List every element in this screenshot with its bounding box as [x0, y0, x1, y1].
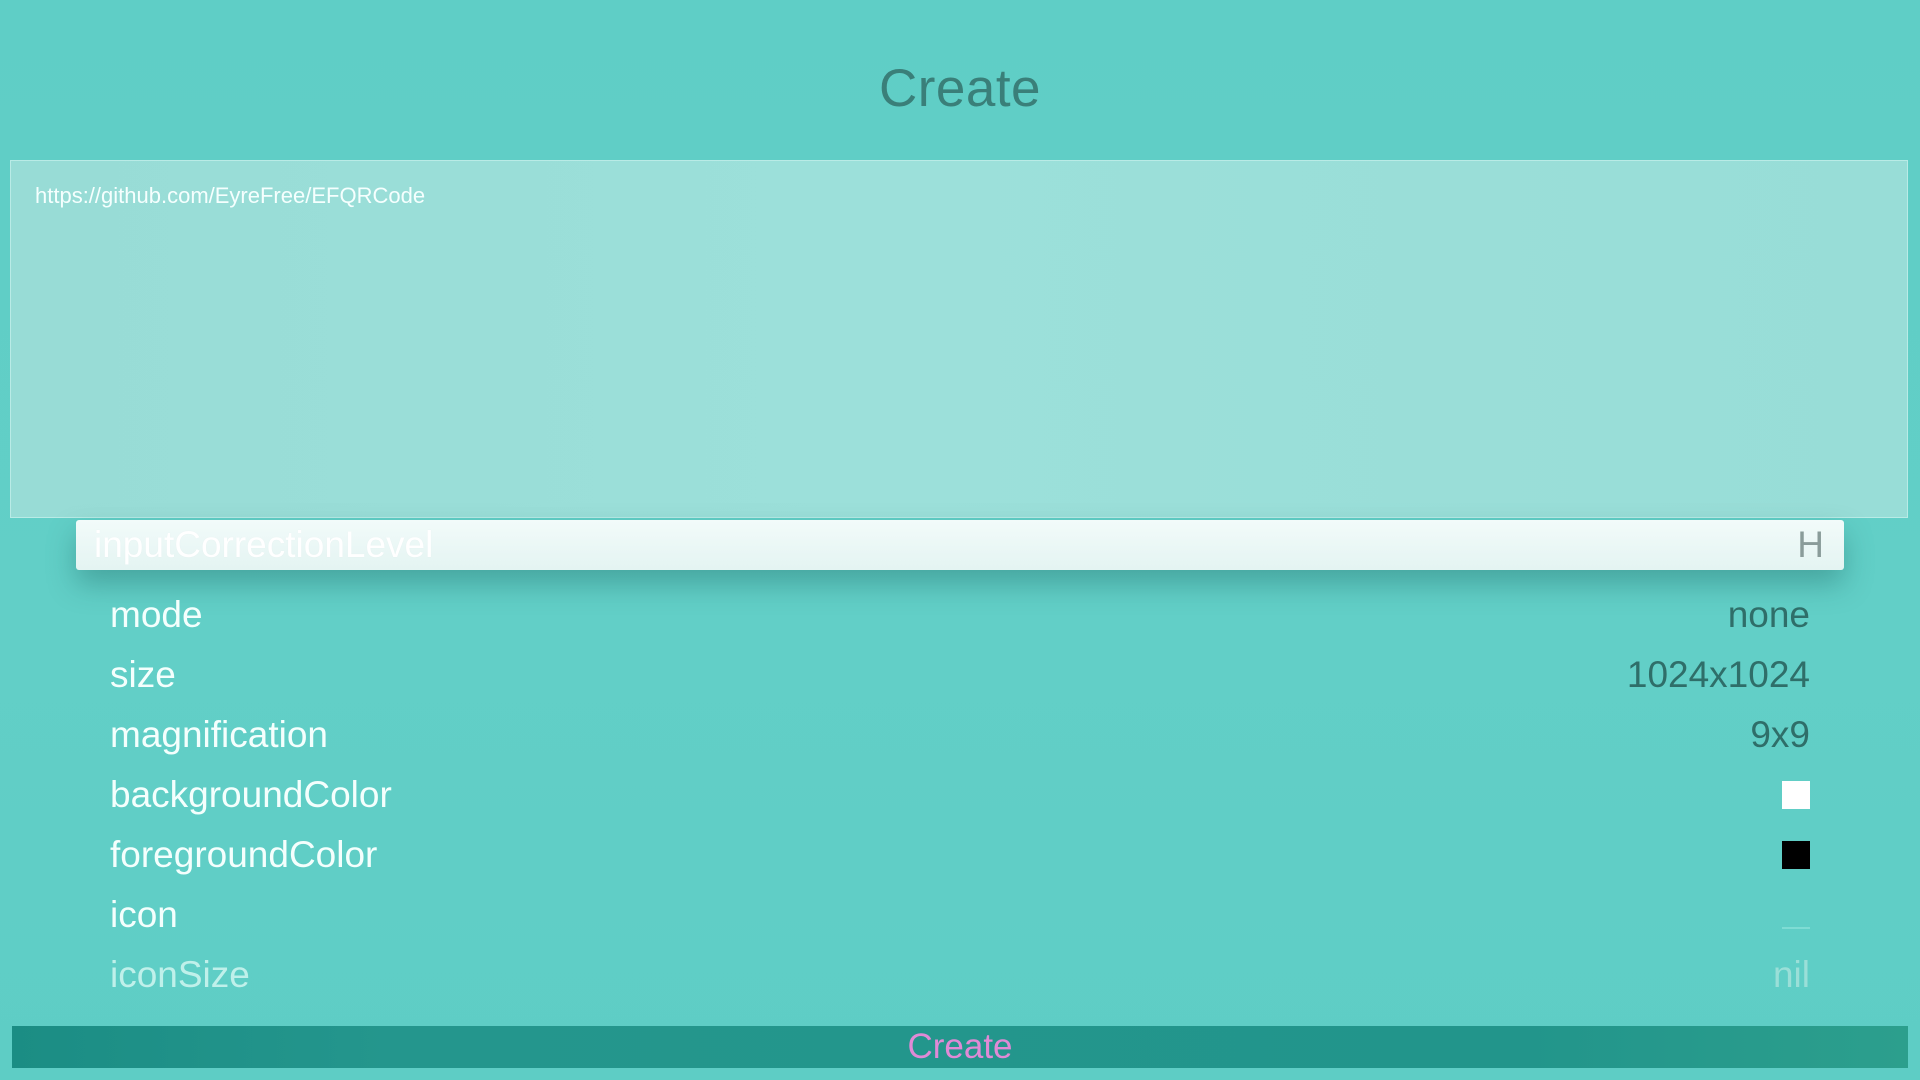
setting-label: inputCorrectionLevel [94, 524, 434, 565]
create-screen: Create https://github.com/EyreFree/EFQRC… [0, 0, 1920, 1080]
setting-label: backgroundColor [110, 774, 392, 815]
setting-row-icon[interactable]: icon [110, 885, 1810, 945]
setting-label: magnification [110, 714, 329, 755]
setting-row-size[interactable]: size 1024x1024 [110, 645, 1810, 705]
setting-label: icon [110, 894, 178, 935]
page-title: Create [878, 59, 1042, 118]
setting-value: none [1727, 594, 1810, 635]
content-text: https://github.com/EyreFree/EFQRCode [35, 183, 426, 208]
foreground-color-swatch [1782, 841, 1810, 869]
setting-row-mode[interactable]: mode none [110, 585, 1810, 645]
icon-empty-indicator [1782, 927, 1810, 929]
setting-value: H [1797, 524, 1824, 565]
setting-value: 1024x1024 [1626, 654, 1810, 695]
create-button[interactable]: Create [12, 1026, 1908, 1068]
setting-value: 9x9 [1750, 714, 1810, 755]
setting-label: size [110, 654, 176, 695]
settings-list[interactable]: inputCorrectionLevel H mode none size 10… [0, 512, 1920, 1022]
setting-row-watermark[interactable]: watermark [110, 990, 1810, 1020]
setting-label: foregroundColor [110, 834, 378, 875]
setting-row-background-color[interactable]: backgroundColor [110, 765, 1810, 825]
setting-row-magnification[interactable]: magnification 9x9 [110, 705, 1810, 765]
setting-row-foreground-color[interactable]: foregroundColor [110, 825, 1810, 885]
setting-label: mode [110, 594, 203, 635]
setting-row-input-correction-level[interactable]: inputCorrectionLevel H [76, 520, 1844, 570]
content-text-view[interactable]: https://github.com/EyreFree/EFQRCode [10, 160, 1908, 518]
create-button-label: Create [907, 1027, 1013, 1066]
background-color-swatch [1782, 781, 1810, 809]
